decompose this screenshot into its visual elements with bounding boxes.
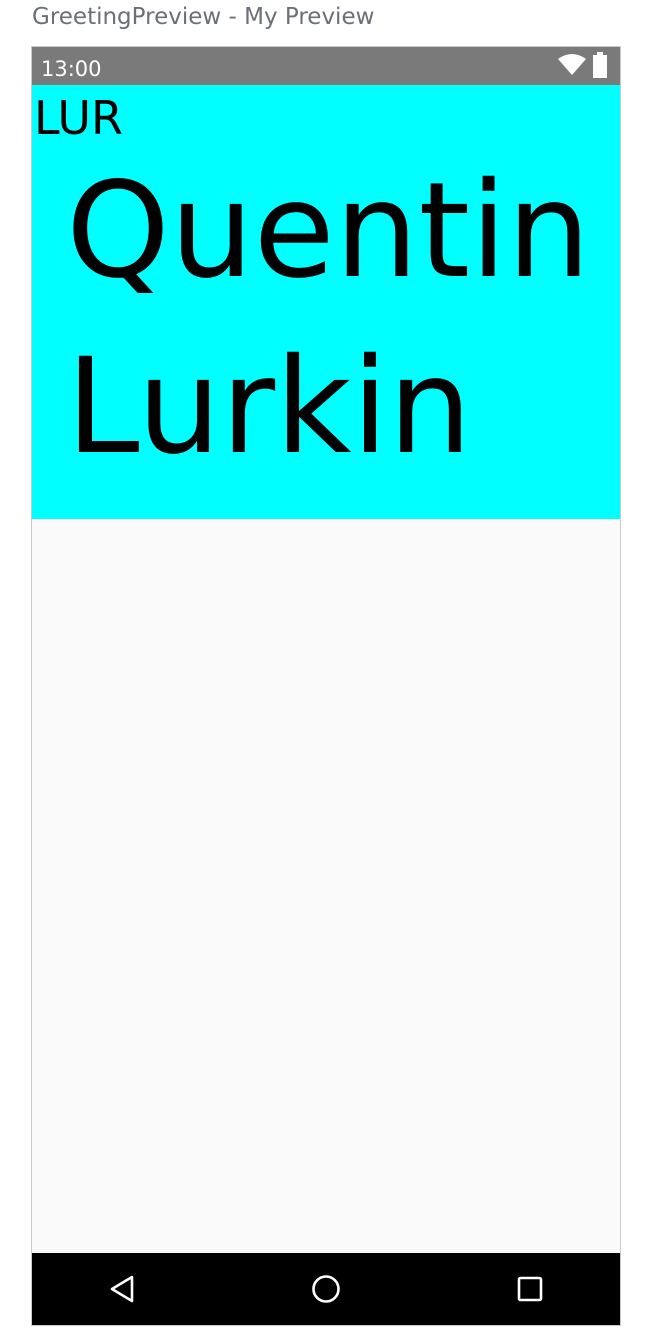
device-frame: 13:00 LUR Quentin Lurkin: [31, 46, 621, 1326]
back-button[interactable]: [104, 1271, 140, 1307]
battery-icon: [592, 52, 608, 82]
empty-area: [32, 519, 620, 1253]
preview-title: GreetingPreview - My Preview: [32, 4, 375, 30]
back-triangle-icon: [110, 1275, 134, 1303]
wifi-icon: [558, 54, 586, 80]
home-circle-icon: [312, 1275, 340, 1303]
first-name-text: Quentin: [66, 154, 591, 308]
initials-text: LUR: [34, 91, 123, 145]
greeting-content: LUR Quentin Lurkin: [32, 85, 620, 519]
navigation-bar: [32, 1253, 620, 1325]
status-time: 13:00: [41, 57, 102, 81]
recents-square-icon: [517, 1276, 543, 1302]
recents-button[interactable]: [512, 1271, 548, 1307]
full-name-text: Quentin Lurkin: [66, 143, 616, 495]
last-name-text: Lurkin: [66, 330, 472, 484]
home-button[interactable]: [308, 1271, 344, 1307]
status-bar: 13:00: [32, 47, 620, 85]
status-icons: [558, 52, 608, 82]
